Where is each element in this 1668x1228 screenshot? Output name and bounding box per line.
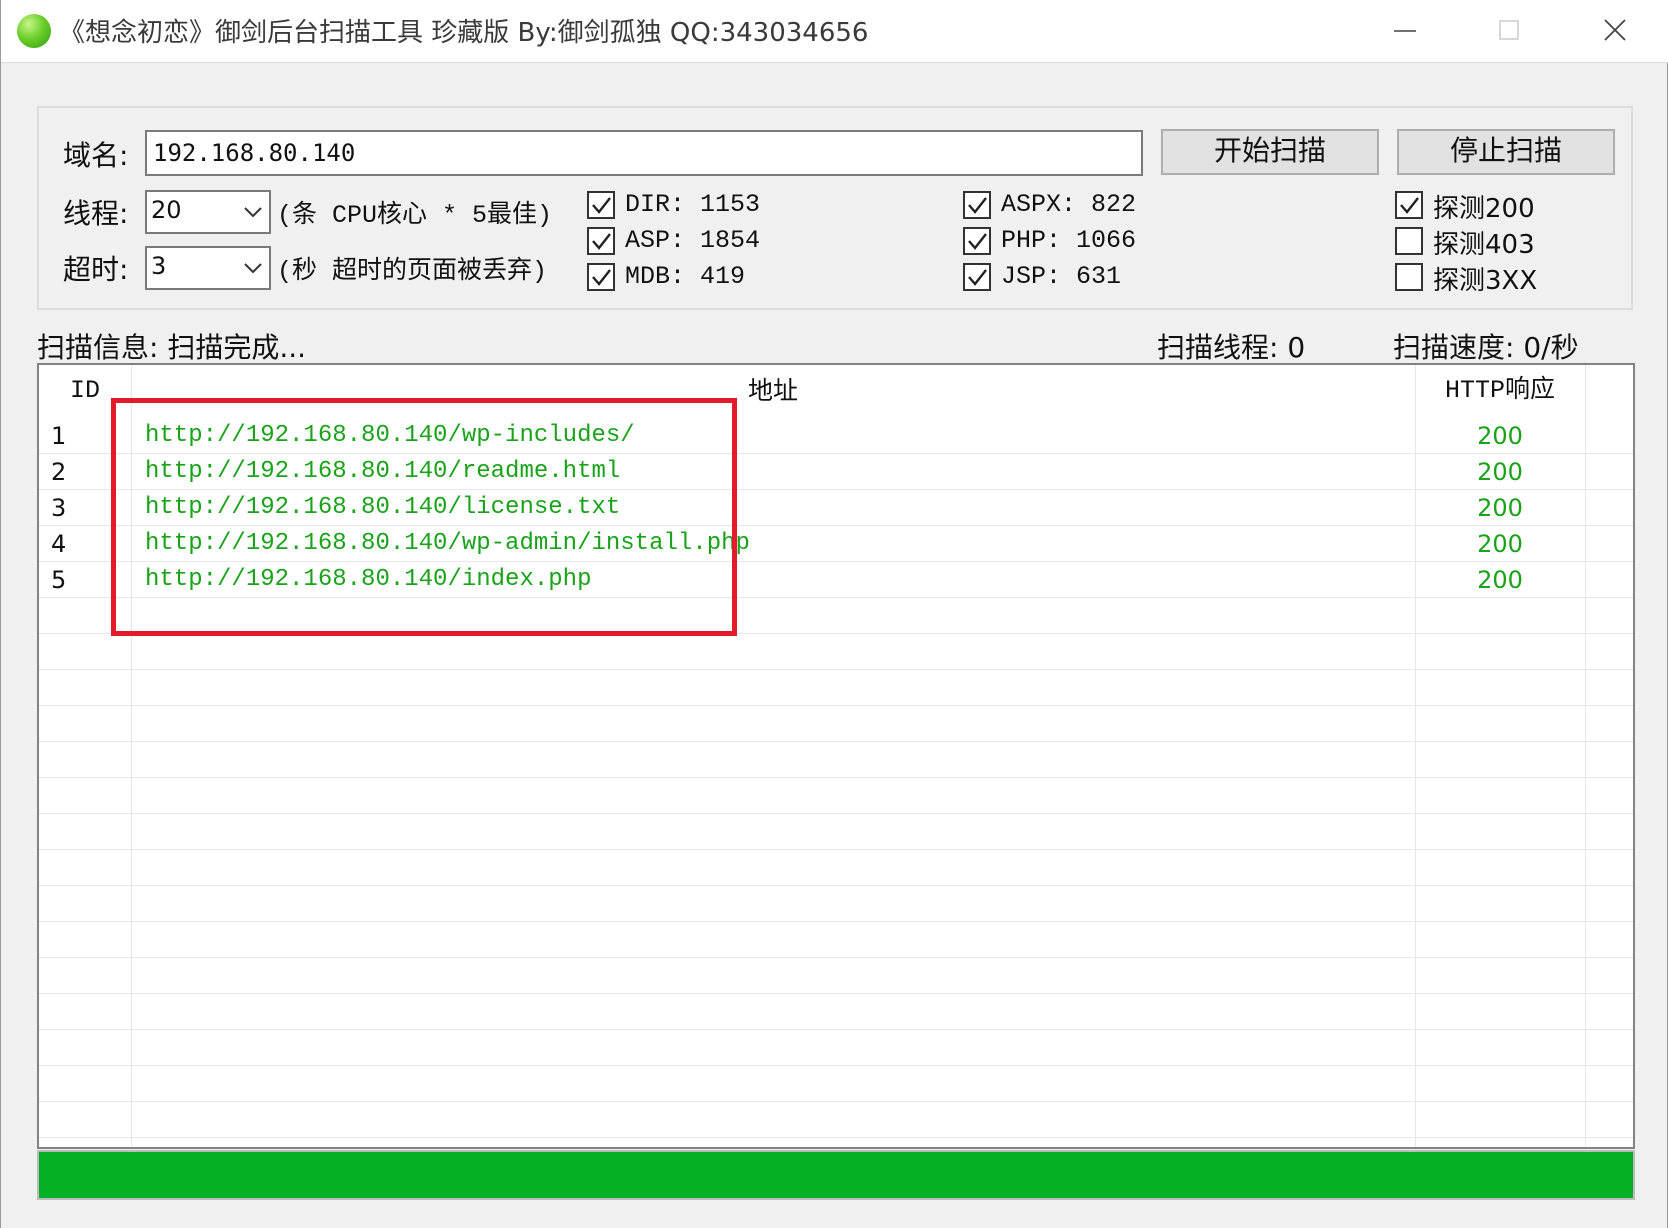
threads-hint: (条 CPU核心 * 5最佳) [277, 201, 553, 230]
checkbox-probe-200[interactable] [1395, 191, 1423, 219]
checkbox-probe-3xx[interactable] [1395, 263, 1423, 291]
checkbox-mdb[interactable] [587, 263, 615, 291]
row-grid-line [39, 993, 1633, 994]
row-grid-line [39, 813, 1633, 814]
checkmark-icon [968, 197, 987, 214]
checkmark-icon [592, 269, 611, 286]
results-table[interactable]: ID 地址 HTTP响应 1 http://192.168.80.140/wp-… [37, 363, 1635, 1149]
threads-value: 20 [151, 196, 182, 224]
checkbox-asp[interactable] [587, 227, 615, 255]
row-id: 5 [51, 566, 67, 594]
row-http-code: 200 [1477, 530, 1523, 558]
row-grid-line [39, 1065, 1633, 1066]
chevron-down-icon [244, 263, 262, 274]
row-grid-line [39, 669, 1633, 670]
row-url: http://192.168.80.140/readme.html [145, 458, 621, 485]
row-id: 1 [51, 422, 67, 450]
dict-jsp-label: JSP: 631 [1001, 262, 1122, 291]
row-http-code: 200 [1477, 422, 1523, 450]
stop-scan-button[interactable]: 停止扫描 [1397, 129, 1615, 175]
app-icon [17, 14, 51, 48]
close-icon [1604, 19, 1626, 41]
minimize-icon [1394, 30, 1416, 32]
checkbox-jsp[interactable] [963, 263, 991, 291]
dict-asp-label: ASP: 1854 [625, 226, 761, 255]
row-grid-line [39, 921, 1633, 922]
checkmark-icon [592, 197, 611, 214]
row-grid-line [39, 1029, 1633, 1030]
title-bar[interactable]: 《想念初恋》御剑后台扫描工具 珍藏版 By:御剑孤独 QQ:343034656 [1, 0, 1668, 63]
dict-mdb-label: MDB: 419 [625, 262, 746, 291]
scan-progress-bar [37, 1150, 1635, 1200]
app-window: 《想念初恋》御剑后台扫描工具 珍藏版 By:御剑孤独 QQ:343034656 … [0, 0, 1668, 1228]
column-header-id[interactable]: ID [39, 365, 131, 417]
scan-speed-status: 扫描速度: 0/秒 [1393, 331, 1579, 364]
row-grid-line [39, 633, 1633, 634]
close-button[interactable] [1585, 10, 1645, 52]
row-id: 2 [51, 458, 67, 486]
column-header-address[interactable]: 地址 [131, 365, 1415, 417]
progress-fill [39, 1152, 1633, 1198]
column-divider [131, 365, 132, 1147]
timeout-select[interactable]: 3 [145, 246, 271, 290]
probe-200-label: 探测200 [1433, 194, 1535, 224]
dict-aspx-label: ASPX: 822 [1001, 190, 1137, 219]
row-grid-line [39, 849, 1633, 850]
start-scan-button[interactable]: 开始扫描 [1161, 129, 1379, 175]
checkmark-icon [1400, 197, 1419, 214]
column-divider [1585, 365, 1586, 1147]
checkmark-icon [968, 269, 987, 286]
row-grid-line [39, 885, 1633, 886]
checkbox-aspx[interactable] [963, 191, 991, 219]
row-http-code: 200 [1477, 494, 1523, 522]
row-url: http://192.168.80.140/license.txt [145, 494, 621, 521]
checkmark-icon [968, 233, 987, 250]
maximize-icon [1499, 20, 1519, 40]
row-http-code: 200 [1477, 566, 1523, 594]
window-title: 《想念初恋》御剑后台扫描工具 珍藏版 By:御剑孤独 QQ:343034656 [59, 18, 869, 48]
row-url: http://192.168.80.140/index.php [145, 566, 592, 593]
chevron-down-icon [244, 207, 262, 218]
dict-dir-label: DIR: 1153 [625, 190, 761, 219]
row-id: 3 [51, 494, 67, 522]
scan-threads-status: 扫描线程: 0 [1157, 331, 1306, 364]
row-grid-line [39, 705, 1633, 706]
timeout-value: 3 [151, 252, 167, 280]
row-grid-line [39, 1101, 1633, 1102]
timeout-hint: (秒 超时的页面被丢弃) [277, 257, 548, 286]
checkmark-icon [592, 233, 611, 250]
maximize-button [1479, 10, 1539, 52]
row-url: http://192.168.80.140/wp-admin/install.p… [145, 530, 750, 557]
checkbox-dir[interactable] [587, 191, 615, 219]
timeout-label: 超时: [63, 253, 129, 286]
probe-403-label: 探测403 [1433, 230, 1535, 260]
column-header-http[interactable]: HTTP响应 [1415, 365, 1585, 417]
threads-label: 线程: [63, 197, 129, 230]
row-grid-line [39, 741, 1633, 742]
checkbox-probe-403[interactable] [1395, 227, 1423, 255]
domain-label: 域名: [63, 139, 129, 172]
probe-3xx-label: 探测3XX [1433, 266, 1538, 296]
row-id: 4 [51, 530, 67, 558]
checkbox-php[interactable] [963, 227, 991, 255]
minimize-button[interactable] [1375, 10, 1435, 52]
threads-select[interactable]: 20 [145, 190, 271, 234]
scan-info-status: 扫描信息: 扫描完成... [37, 331, 307, 364]
domain-input[interactable]: 192.168.80.140 [145, 130, 1143, 176]
row-grid-line [39, 957, 1633, 958]
row-grid-line [39, 777, 1633, 778]
row-grid-line [39, 1137, 1633, 1138]
row-http-code: 200 [1477, 458, 1523, 486]
dict-php-label: PHP: 1066 [1001, 226, 1137, 255]
row-url: http://192.168.80.140/wp-includes/ [145, 422, 635, 449]
